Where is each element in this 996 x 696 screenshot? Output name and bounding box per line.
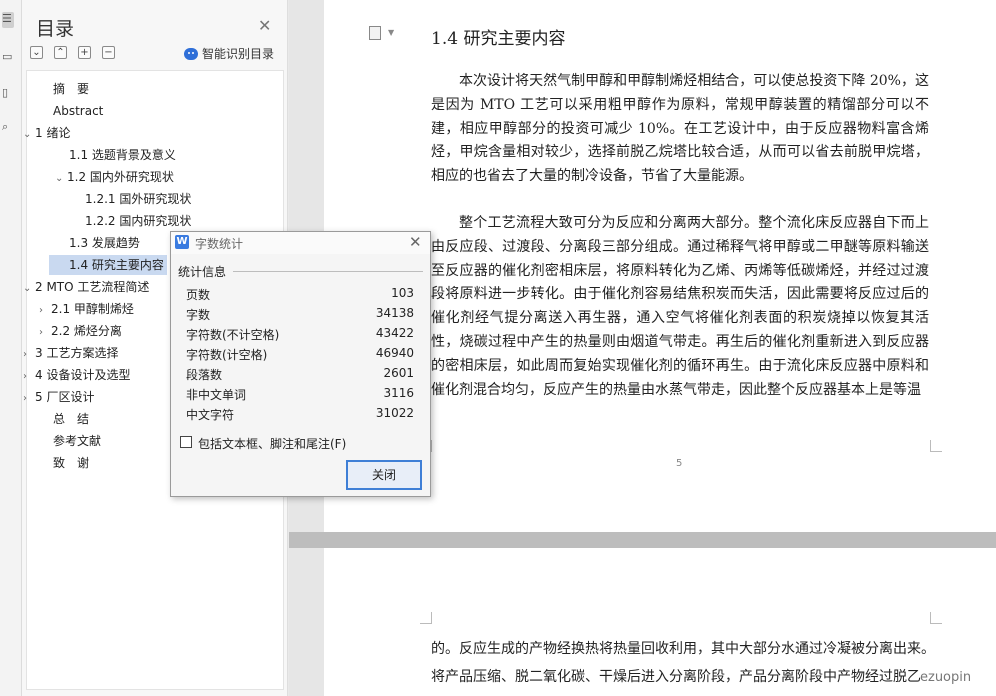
- collapse-icon[interactable]: ⌄: [30, 46, 43, 59]
- margin-mark: [420, 612, 432, 624]
- smart-toc-button[interactable]: 智能识别目录: [184, 45, 274, 62]
- stat-label: 字符数(不计空格): [186, 328, 280, 342]
- page2-line-1: 的。反应生成的产物经换热将热量回收利用，其中大部分水通过冷凝被分离出来。: [431, 641, 935, 657]
- toc-item[interactable]: ⌄ 1 绪论: [23, 123, 70, 143]
- page-gap: [289, 532, 996, 548]
- left-rail: ☰ ▭ ▯ ⌕: [0, 0, 22, 696]
- toc-item-label: 5 厂区设计: [35, 390, 95, 404]
- dialog-title: 字数统计: [195, 237, 244, 251]
- toc-item[interactable]: › 2.2 烯烃分离: [39, 321, 122, 341]
- toc-item-label: 摘 要: [53, 82, 90, 96]
- include-textbox-label[interactable]: 包括文本框、脚注和尾注(F): [198, 435, 346, 452]
- toc-item[interactable]: ⌄ 1.2 国内外研究现状: [55, 167, 174, 187]
- document-icon[interactable]: [369, 26, 381, 40]
- margin-mark: [930, 612, 942, 624]
- search-icon[interactable]: ⌕: [2, 120, 14, 136]
- toc-item-label: Abstract: [53, 104, 104, 118]
- toc-item[interactable]: › 5 厂区设计: [23, 387, 94, 407]
- toc-item-label: 1.4 研究主要内容: [69, 258, 164, 272]
- toc-item-label: 1 绪论: [35, 126, 71, 140]
- stat-value: 31022: [375, 406, 414, 420]
- stat-value: 34138: [375, 306, 414, 320]
- toc-item[interactable]: 1.3 发展趋势: [69, 233, 140, 253]
- bookmark-icon[interactable]: ▭: [2, 50, 14, 66]
- watermark: ezuopin: [920, 670, 972, 685]
- stat-label: 中文字符: [186, 408, 235, 422]
- toc-item[interactable]: ⌄ 2 MTO 工艺流程简述: [23, 277, 149, 297]
- stat-value: 103: [391, 286, 414, 300]
- toc-item-label: 3 工艺方案选择: [35, 346, 119, 360]
- add-icon[interactable]: +: [78, 46, 91, 59]
- toc-item-label: 2.2 烯烃分离: [51, 324, 122, 338]
- toc-item[interactable]: 参考文献: [53, 431, 101, 451]
- toc-item-label: 2 MTO 工艺流程简述: [35, 280, 150, 294]
- chevron-down-icon[interactable]: ⌄: [23, 125, 35, 145]
- toc-item[interactable]: › 2.1 甲醇制烯烃: [39, 299, 134, 319]
- section-heading: 1.4 研究主要内容: [431, 29, 566, 49]
- toc-item[interactable]: › 3 工艺方案选择: [23, 343, 118, 363]
- stat-label: 页数: [186, 288, 211, 302]
- toc-item[interactable]: 1.1 选题背景及意义: [69, 145, 176, 165]
- chevron-right-icon[interactable]: ›: [23, 367, 35, 387]
- toc-item-label: 1.2.2 国内研究现状: [85, 214, 192, 228]
- close-button[interactable]: 关闭: [346, 460, 422, 490]
- paragraph-1: 本次设计将天然气制甲醇和甲醇制烯烃相结合，可以使总投资下降 20%，这是因为 M…: [431, 73, 929, 185]
- toc-item[interactable]: › 4 设备设计及选型: [23, 365, 130, 385]
- stat-label: 字符数(计空格): [186, 348, 268, 362]
- wps-logo-icon: W: [175, 235, 189, 249]
- stat-label: 段落数: [186, 368, 223, 382]
- expand-icon[interactable]: ⌃: [54, 46, 67, 59]
- toc-item-label: 4 设备设计及选型: [35, 368, 131, 382]
- toc-item-label: 总 结: [53, 412, 90, 426]
- word-count-dialog: W 字数统计 ✕ 统计信息 页数 103 字数 34138 字符数(不计空格) 43422…: [170, 231, 431, 497]
- toc-item-label: 1.1 选题背景及意义: [69, 148, 176, 162]
- remove-icon[interactable]: −: [102, 46, 115, 59]
- smart-toc-label: 智能识别目录: [202, 47, 275, 61]
- chevron-down-icon[interactable]: ▼: [388, 28, 394, 37]
- toc-item[interactable]: 1.4 研究主要内容: [49, 255, 167, 275]
- stat-label: 非中文单词: [186, 388, 247, 402]
- stat-label: 字数: [186, 308, 211, 322]
- close-icon[interactable]: ✕: [409, 233, 422, 251]
- robot-icon: [184, 47, 198, 60]
- stats-section-label: 统计信息: [178, 265, 227, 279]
- toc-title: 目录: [36, 18, 75, 40]
- toc-item-label: 致 谢: [53, 456, 90, 470]
- toc-icon[interactable]: ☰: [2, 12, 14, 28]
- stat-value: 2601: [383, 366, 414, 380]
- toc-item-label: 参考文献: [53, 434, 102, 448]
- page-number: 5: [676, 458, 683, 469]
- chevron-down-icon[interactable]: ⌄: [55, 169, 67, 189]
- toc-item[interactable]: 致 谢: [53, 453, 89, 473]
- stat-value: 43422: [375, 326, 414, 340]
- toc-item[interactable]: 总 结: [53, 409, 89, 429]
- page-icon[interactable]: ▯: [2, 86, 14, 102]
- toc-item[interactable]: 1.2.2 国内研究现状: [85, 211, 191, 231]
- margin-mark: [930, 440, 942, 452]
- chevron-down-icon[interactable]: ⌄: [23, 279, 35, 299]
- toc-item[interactable]: 摘 要: [53, 79, 89, 99]
- stat-value: 3116: [383, 386, 414, 400]
- dialog-titlebar[interactable]: W 字数统计 ✕: [171, 232, 430, 254]
- chevron-right-icon[interactable]: ›: [23, 389, 35, 409]
- divider: [233, 271, 423, 272]
- toc-item-label: 2.1 甲醇制烯烃: [51, 302, 134, 316]
- toc-item[interactable]: Abstract: [53, 101, 103, 121]
- page2-line-2: 将产品压缩、脱二氧化碳、干燥后进入分离阶段，产品分离阶段中产物经过脱乙: [431, 669, 921, 685]
- toc-item-label: 1.3 发展趋势: [69, 236, 140, 250]
- toc-item-label: 1.2 国内外研究现状: [67, 170, 174, 184]
- paragraph-2: 整个工艺流程大致可分为反应和分离两大部分。整个流化床反应器自下而上由反应段、过渡…: [431, 215, 929, 398]
- include-textbox-checkbox[interactable]: [180, 436, 192, 448]
- chevron-right-icon[interactable]: ›: [39, 323, 51, 343]
- page-6: 的。反应生成的产物经换热将热量回收利用，其中大部分水通过冷凝被分离出来。 将产品…: [324, 548, 996, 696]
- stat-value: 46940: [375, 346, 414, 360]
- chevron-right-icon[interactable]: ›: [23, 345, 35, 365]
- chevron-right-icon[interactable]: ›: [39, 301, 51, 321]
- toc-item[interactable]: 1.2.1 国外研究现状: [85, 189, 191, 209]
- close-icon[interactable]: ✕: [258, 16, 271, 35]
- toc-item-label: 1.2.1 国外研究现状: [85, 192, 192, 206]
